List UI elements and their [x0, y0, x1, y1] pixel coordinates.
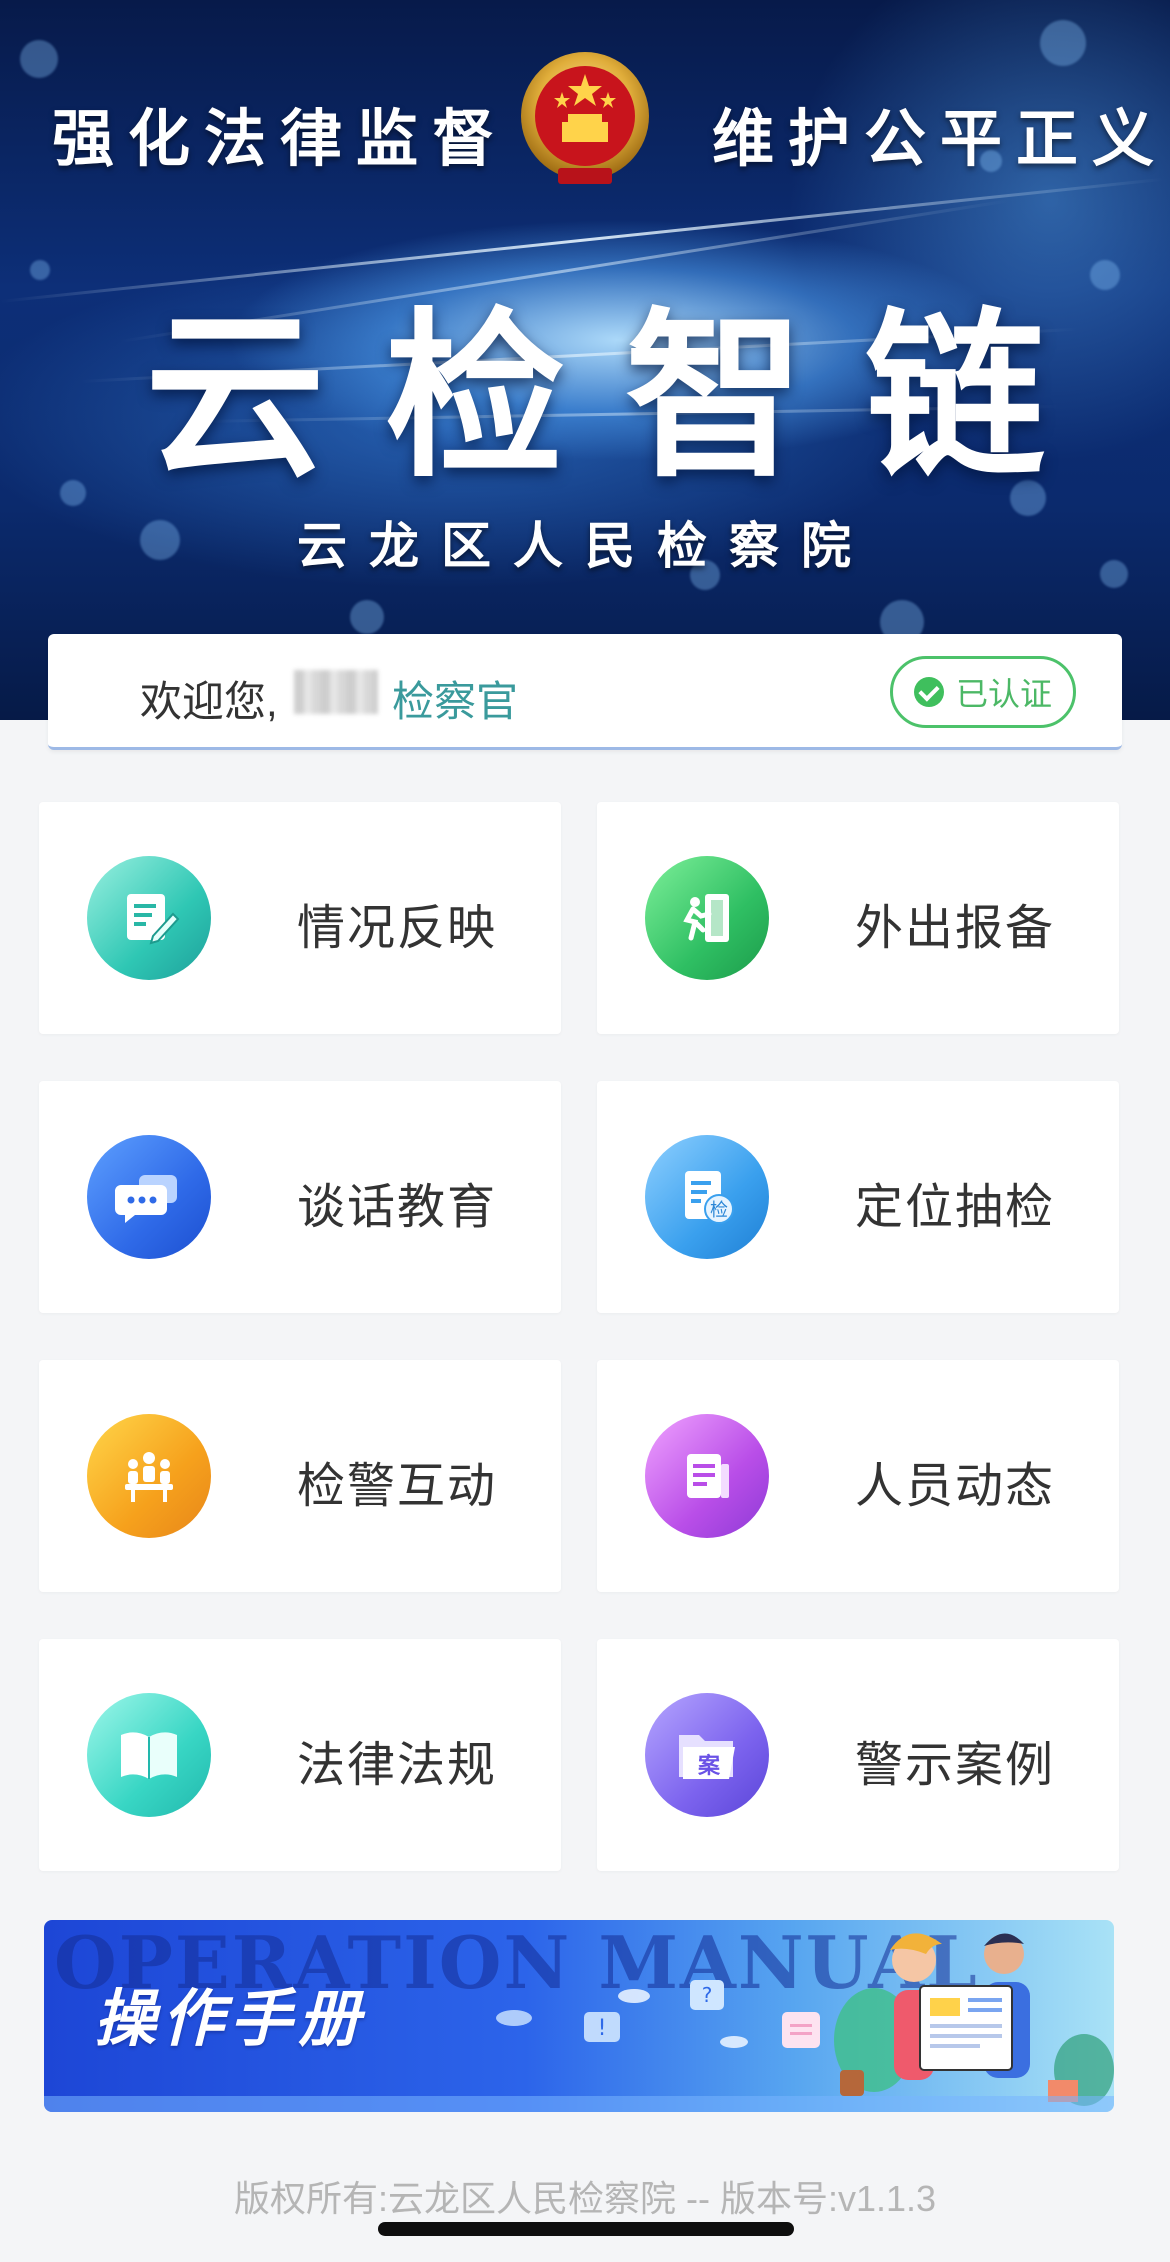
floating-icons: ! ?: [496, 1980, 820, 2048]
inspect-glyph: 检: [710, 1200, 728, 1221]
menu-item-label: 警示案例: [855, 1739, 1056, 1792]
meeting-people-icon: [87, 1414, 211, 1538]
copyright-footer: 版权所有:云龙区人民检察院 -- 版本号:v1.1.3: [233, 2178, 937, 2219]
app-title-char: 智: [624, 291, 805, 502]
operation-manual-banner[interactable]: OPERATION MANUAL 操作手册 ! ?: [44, 1920, 1114, 2112]
greeting-text: 欢迎您,: [140, 678, 278, 725]
menu-item-talk-education[interactable]: 谈话教育: [39, 1081, 561, 1313]
user-role: 检察官: [392, 678, 519, 725]
manual-title: 操作手册: [94, 1985, 367, 2054]
exit-door-icon: [645, 856, 769, 980]
inspection-doc-icon: 检: [645, 1135, 769, 1259]
manual-banner-footer-strip: [44, 2096, 1114, 2112]
svg-text:!: !: [598, 2016, 607, 2041]
menu-item-label: 谈话教育: [297, 1181, 498, 1234]
welcome-card: 欢迎您, 检察官 已认证: [48, 634, 1122, 750]
open-book-icon: [87, 1693, 211, 1817]
edit-note-icon: [87, 856, 211, 980]
menu-item-label: 法律法规: [297, 1739, 498, 1792]
verified-badge-label: 已认证: [955, 676, 1052, 712]
case-glyph: 案: [697, 1753, 721, 1779]
svg-text:?: ?: [702, 1983, 713, 2007]
menu-item-label: 定位抽检: [855, 1181, 1056, 1234]
menu-item-police-interaction[interactable]: 检警互动: [39, 1360, 561, 1592]
menu-item-label: 外出报备: [855, 902, 1056, 955]
app-title-char: 检: [384, 291, 565, 502]
menu-item-label: 检警互动: [297, 1460, 498, 1513]
chat-bubbles-icon: [87, 1135, 211, 1259]
case-folder-icon: 案: [645, 1693, 769, 1817]
slogan-left: 强化法律监督: [52, 102, 509, 175]
app-title: 云 检 智 链: [130, 250, 1060, 511]
national-emblem-icon: [518, 48, 652, 194]
app-title-char: 云: [144, 291, 325, 502]
slogan-right: 维护公平正义: [712, 102, 1169, 175]
home-indicator[interactable]: [378, 2222, 794, 2236]
organization-name: 云龙区人民检察院: [297, 516, 873, 575]
menu-item-outing-report[interactable]: 外出报备: [597, 802, 1119, 1034]
menu-item-label: 情况反映: [297, 902, 498, 955]
redacted-user-name: [294, 670, 378, 714]
app-title-char: 链: [864, 291, 1045, 502]
document-stack-icon: [645, 1414, 769, 1538]
menu-item-location-check[interactable]: 检 定位抽检: [597, 1081, 1119, 1313]
menu-item-laws-regulations[interactable]: 法律法规: [39, 1639, 561, 1871]
menu-item-situation-report[interactable]: 情况反映: [39, 802, 561, 1034]
check-circle-icon: [913, 677, 944, 707]
verified-badge: 已认证: [890, 656, 1076, 728]
header-banner: 强化法律监督 维护公平正义 云 检 智 链 云龙区人民检察院: [0, 0, 1170, 720]
menu-item-personnel-status[interactable]: 人员动态: [597, 1360, 1119, 1592]
menu-item-label: 人员动态: [855, 1460, 1056, 1513]
reading-people-illustration: [834, 1933, 1114, 2106]
menu-item-warning-cases[interactable]: 案 警示案例: [597, 1639, 1119, 1871]
